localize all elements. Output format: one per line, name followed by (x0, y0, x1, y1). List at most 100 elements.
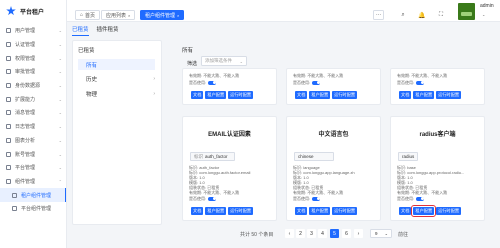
category-physics[interactable]: 物理 › (78, 88, 155, 99)
log-icon (6, 124, 11, 130)
doc-button[interactable]: 文档 (295, 207, 308, 215)
doc-button[interactable]: 文档 (191, 207, 204, 215)
chevron-down-icon: ⌄ (58, 69, 62, 75)
chevron-right-icon: › (153, 90, 155, 97)
card-title: EMAIL认证因素 (208, 132, 251, 138)
component-icon (6, 178, 11, 184)
runtime-config-button[interactable]: 运行时配置 (332, 91, 358, 99)
sidebar-item-identity-source[interactable]: 身份数据源 ⌄ (0, 79, 66, 93)
sidebar-item-component-management[interactable]: 组件管理 ⌃ (0, 175, 66, 189)
sidebar-item-tenant-components[interactable]: 租户组件管理 (0, 188, 66, 202)
tenant-config-button[interactable]: 租户配置 (205, 91, 227, 99)
toggle-switch[interactable] (208, 80, 217, 85)
sidebar-item-permission-management[interactable]: 权限管理 ⌄ (0, 51, 66, 65)
sidebar-item-platform-management[interactable]: 平台管理 ⌄ (0, 161, 66, 175)
next-page-button[interactable]: › (354, 229, 363, 238)
prev-page-button[interactable]: ‹ (285, 229, 294, 238)
doc-button[interactable]: 文档 (295, 91, 308, 99)
sidebar-item-auth-management[interactable]: 认证管理 ⌄ (0, 38, 66, 52)
runtime-config-button[interactable]: 运行时配置 (228, 91, 254, 99)
chevron-down-icon[interactable]: ⌄ (482, 12, 485, 17)
filter-label: 筛选 (187, 61, 198, 67)
sidebar-item-message-management[interactable]: 消息管理 ⌄ (0, 106, 66, 120)
sidebar-item-user-management[interactable]: 用户管理 ⌄ (0, 24, 66, 38)
runtime-config-button[interactable]: 运行时配置 (436, 91, 462, 99)
pagination-total: 共计 50 个条目 (240, 232, 274, 238)
chevron-down-icon: ⌄ (58, 55, 62, 61)
sidebar-item-approval-management[interactable]: 审批管理 ⌄ (0, 65, 66, 79)
tenant-config-button[interactable]: 租户配置 (411, 205, 437, 217)
chevron-up-icon: ⌃ (58, 178, 62, 184)
tab-tenant-components[interactable]: 租户组件管理 × (140, 10, 185, 20)
filter-select[interactable]: 添加筛选条件 ⌄ (201, 56, 247, 66)
app-logo[interactable]: 平台租户 (0, 0, 66, 22)
doc-button[interactable]: 文档 (399, 91, 412, 99)
sidebar-item-platform-components[interactable]: 平台组件管理 (0, 202, 66, 216)
goto-label[interactable]: 前往 (398, 231, 408, 238)
component-card-email: EMAIL认证因素 标识 auth_factor 标识: auth_factor … (182, 116, 277, 221)
avatar[interactable] (458, 3, 475, 20)
tenant-icon (12, 192, 17, 198)
chevron-down-icon: ⌄ (58, 42, 62, 48)
card-actions: 文档 租户配置 运行时配置 (399, 91, 462, 99)
card-actions: 文档 租户配置 运行时配置 (191, 91, 254, 99)
sidebar-item-extensions[interactable]: 扩展能力 ⌄ (0, 92, 66, 106)
tab-home[interactable]: ⌂ 首页 (75, 10, 101, 20)
star-logo-icon (6, 6, 16, 16)
card-title: radius客户端 (419, 132, 456, 138)
toggle-switch[interactable] (208, 196, 217, 201)
approval-icon (6, 69, 11, 75)
sidebar-item-chart-analysis[interactable]: 图表分析 ⌄ (0, 134, 66, 148)
puzzle-icon (6, 96, 11, 102)
tenant-config-button[interactable]: 租户配置 (205, 207, 227, 215)
close-icon[interactable]: × (177, 13, 179, 18)
close-icon[interactable]: × (128, 13, 130, 18)
message-icon (6, 110, 11, 116)
runtime-config-button[interactable]: 运行时配置 (228, 207, 254, 215)
page-button-current[interactable]: 5 (330, 229, 339, 238)
tenant-config-button[interactable]: 租户配置 (413, 91, 435, 99)
account-icon (6, 151, 11, 157)
sidebar-item-account-management[interactable]: 账号管理 ⌄ (0, 147, 66, 161)
sidebar-item-log-management[interactable]: 日志管理 ⌄ (0, 120, 66, 134)
runtime-config-button[interactable]: 运行时配置 (436, 207, 462, 215)
component-card: 有效期: 不能大跌、不能入跌 是否使用: 文档 租户配置 运行时配置 (390, 68, 485, 105)
search-icon[interactable]: ⌕ (399, 11, 407, 19)
chevron-down-icon: ⌄ (384, 231, 388, 236)
category-title: 已租赁 (78, 48, 95, 54)
category-history[interactable]: 历史 › (78, 73, 155, 84)
chevron-down-icon: ⌄ (58, 83, 62, 89)
tab-leased[interactable]: 已租赁 (72, 25, 89, 36)
category-panel: 已租赁 所有 历史 › 物理 › (72, 40, 162, 225)
chart-icon (6, 137, 11, 143)
toggle-switch[interactable] (416, 80, 425, 85)
category-all[interactable]: 所有 (78, 59, 155, 70)
tab-app-list[interactable]: 应用列表 × (101, 10, 136, 20)
runtime-config-button[interactable]: 运行时配置 (332, 207, 358, 215)
component-card: 有效期: 不能大跌、不能入跌 是否使用: 文档 租户配置 运行时配置 (182, 68, 277, 105)
page-button[interactable]: 3 (307, 229, 316, 238)
doc-button[interactable]: 文档 (191, 91, 204, 99)
toggle-switch[interactable] (312, 196, 321, 201)
bell-icon[interactable]: 🔔 (418, 11, 426, 19)
doc-button[interactable]: 文档 (399, 207, 412, 215)
platform-icon (6, 165, 11, 171)
page-size-select[interactable]: 9 ⌄ (370, 229, 392, 238)
tenant-config-button[interactable]: 租户配置 (309, 207, 331, 215)
user-icon (6, 28, 11, 34)
page-button[interactable]: 2 (296, 229, 305, 238)
user-name[interactable]: admin (480, 3, 494, 9)
chevron-down-icon: ⌄ (58, 137, 62, 143)
sub-tabs: 已租赁 插件租赁 (72, 25, 119, 36)
fullscreen-icon[interactable]: ⛶ (437, 11, 445, 19)
toggle-switch[interactable] (416, 196, 425, 201)
chevron-down-icon: ⌄ (58, 165, 62, 171)
chevron-down-icon: ⌄ (58, 110, 62, 116)
page-button[interactable]: 4 (318, 229, 327, 238)
card-actions: 文档 租户配置 运行时配置 (399, 205, 462, 217)
page-button[interactable]: 6 (342, 229, 351, 238)
tenant-config-button[interactable]: 租户配置 (309, 91, 331, 99)
more-tabs-button[interactable]: ··· (373, 10, 384, 20)
toggle-switch[interactable] (312, 80, 321, 85)
tab-plugin-lease[interactable]: 插件租赁 (97, 25, 119, 36)
